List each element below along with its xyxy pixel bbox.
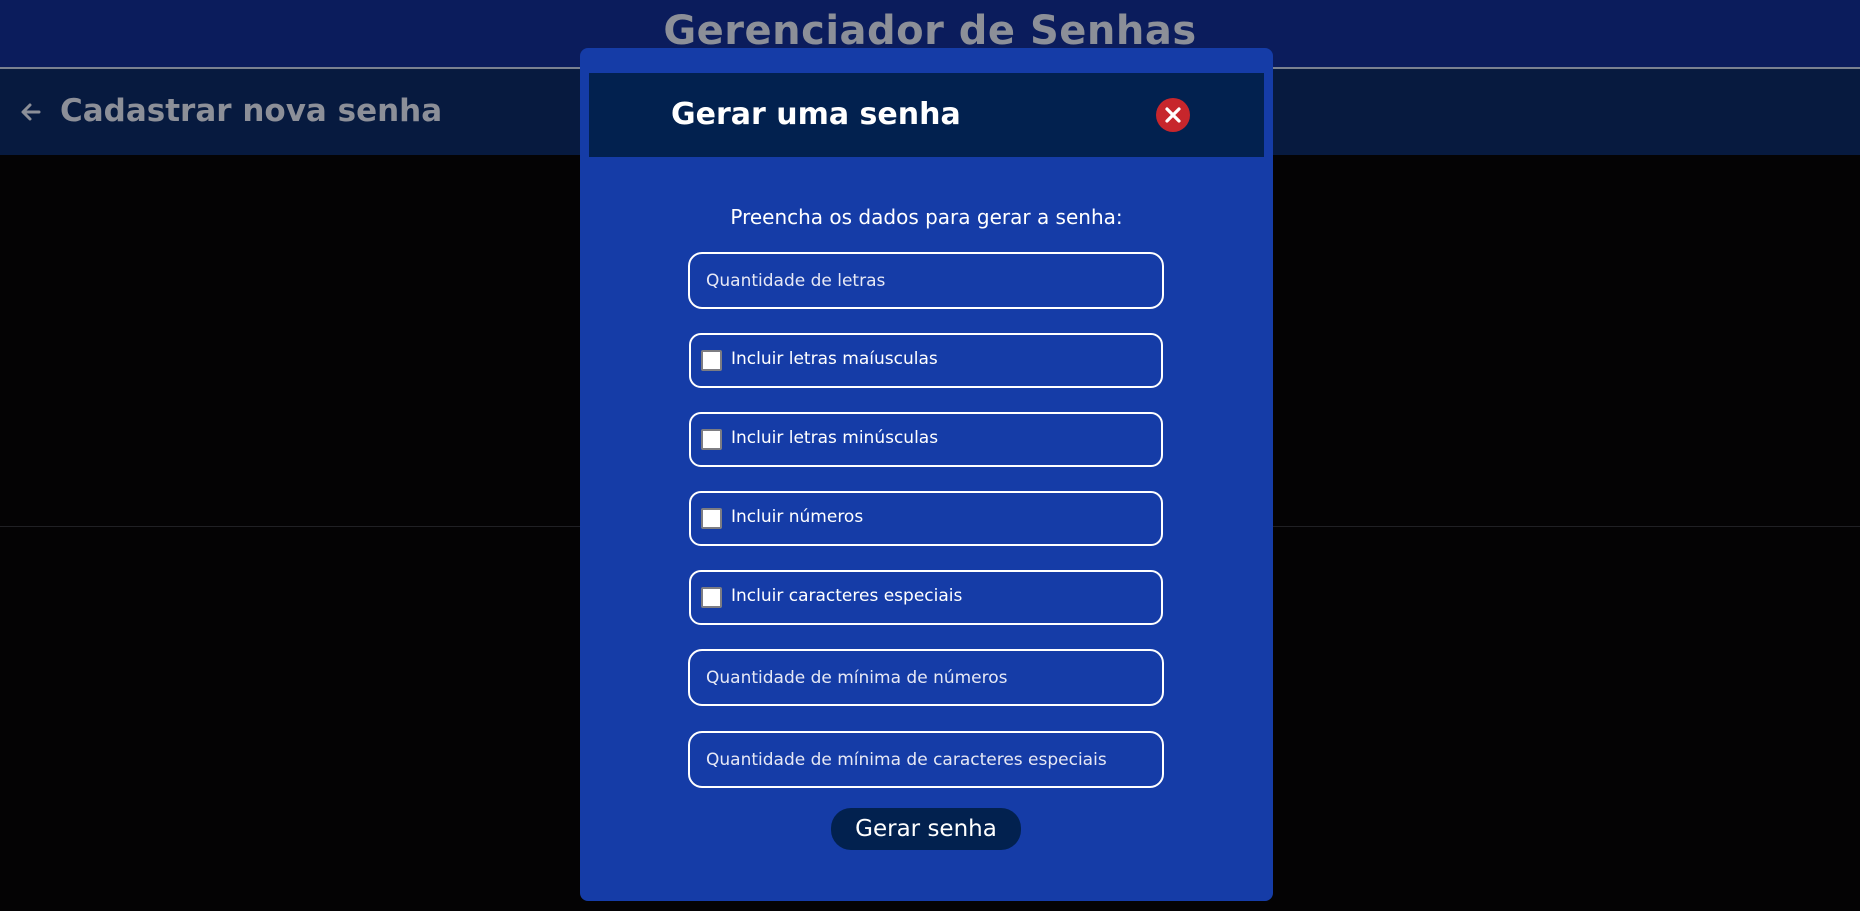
generate-password-modal: Gerar uma senha Preencha os dados para g… — [580, 48, 1273, 901]
letters-quantity-input[interactable] — [688, 252, 1164, 309]
close-x-icon — [1165, 107, 1181, 123]
option-uppercase[interactable]: Incluir letras maíusculas — [689, 333, 1163, 388]
numbers-label: Incluir números — [731, 507, 864, 527]
page-title: Cadastrar nova senha — [60, 93, 443, 129]
uppercase-checkbox[interactable] — [701, 350, 722, 371]
option-special-chars[interactable]: Incluir caracteres especiais — [689, 570, 1163, 625]
modal-header: Gerar uma senha — [589, 73, 1264, 157]
option-lowercase[interactable]: Incluir letras minúsculas — [689, 412, 1163, 467]
lowercase-checkbox[interactable] — [701, 429, 722, 450]
lowercase-label: Incluir letras minúsculas — [731, 428, 939, 448]
min-numbers-input[interactable] — [688, 649, 1164, 706]
special-chars-label: Incluir caracteres especiais — [731, 586, 963, 606]
option-numbers[interactable]: Incluir números — [689, 491, 1163, 546]
close-button[interactable] — [1156, 98, 1190, 132]
instructions-text: Preencha os dados para gerar a senha: — [730, 205, 1123, 229]
uppercase-label: Incluir letras maíusculas — [731, 349, 938, 369]
modal-title: Gerar uma senha — [671, 97, 961, 132]
numbers-checkbox[interactable] — [701, 508, 722, 529]
special-chars-checkbox[interactable] — [701, 587, 722, 608]
arrow-left-icon[interactable] — [18, 99, 44, 125]
generate-password-button[interactable]: Gerar senha — [831, 808, 1021, 850]
min-special-chars-input[interactable] — [688, 731, 1164, 788]
